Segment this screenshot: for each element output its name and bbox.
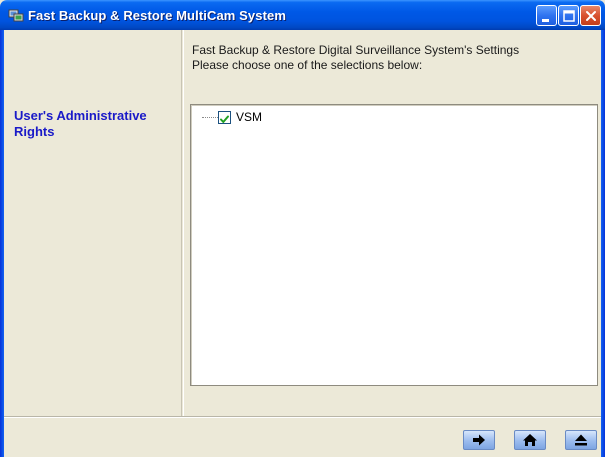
checkmark-icon: [220, 115, 229, 123]
eject-button[interactable]: [565, 430, 597, 450]
sidebar-divider: [183, 30, 184, 416]
next-button[interactable]: [463, 430, 495, 450]
home-button[interactable]: [514, 430, 546, 450]
close-button[interactable]: [580, 5, 601, 26]
window-frame-right: [601, 30, 605, 457]
app-window: Fast Backup & Restore MultiCam System Us…: [0, 0, 605, 457]
window-title: Fast Backup & Restore MultiCam System: [28, 8, 286, 23]
selection-tree[interactable]: VSM: [190, 104, 598, 386]
footer-divider-highlight: [4, 417, 601, 418]
app-icon: [8, 7, 24, 23]
settings-heading: Fast Backup & Restore Digital Surveillan…: [192, 43, 520, 57]
next-arrow-icon: [473, 434, 485, 446]
title-bar[interactable]: Fast Backup & Restore MultiCam System: [0, 0, 605, 30]
maximize-icon: [563, 10, 575, 22]
minimize-icon: [542, 19, 549, 22]
home-icon: [523, 434, 537, 446]
tree-connector: [202, 117, 218, 118]
instruction-text: Please choose one of the selections belo…: [192, 58, 423, 72]
tree-item-checkbox[interactable]: [218, 111, 231, 124]
eject-icon: [575, 434, 587, 446]
minimize-button[interactable]: [536, 5, 557, 26]
tree-item-label[interactable]: VSM: [236, 110, 262, 124]
sidebar-section-label: User's Administrative Rights: [14, 108, 147, 139]
maximize-button[interactable]: [558, 5, 579, 26]
sidebar: User's Administrative Rights: [4, 30, 182, 416]
close-icon: [586, 11, 596, 21]
